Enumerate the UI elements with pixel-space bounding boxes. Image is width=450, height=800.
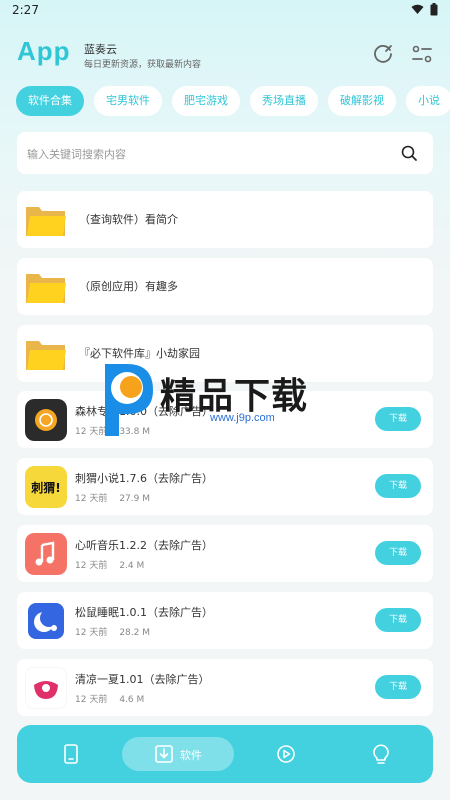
app-logo: App <box>17 36 71 66</box>
status-bar: 2:27 <box>0 0 450 20</box>
category-tabs: 软件合集 宅男软件 肥宅游戏 秀场直播 破解影视 小说 <box>16 86 450 118</box>
app-row[interactable]: 森林专注1.0.0（去除广告） 12 天前 33.8 M 下载 <box>17 391 433 448</box>
nav-label-software: 软件 <box>180 749 202 762</box>
download-button[interactable]: 下载 <box>375 474 421 498</box>
nav-item-phone[interactable] <box>57 725 87 783</box>
app-subtitle: 每日更新资源，获取最新内容 <box>84 60 202 70</box>
nav-item-ideas[interactable] <box>367 725 397 783</box>
folder-row[interactable]: 『必下软件库』小劫家园 <box>17 325 433 382</box>
app-row[interactable]: 刺猬! 刺猬小说1.7.6（去除广告） 12 天前 27.9 M 下载 <box>17 458 433 515</box>
app-row[interactable]: 心听音乐1.2.2（去除广告） 12 天前 2.4 M 下载 <box>17 525 433 582</box>
tab-live-streaming[interactable]: 秀场直播 <box>250 86 318 116</box>
tab-otaku-software[interactable]: 宅男软件 <box>94 86 162 116</box>
download-button[interactable]: 下载 <box>375 541 421 565</box>
app-title: 森林专注1.0.0（去除广告） <box>75 405 213 418</box>
folder-row[interactable]: （查询软件）看简介 <box>17 191 433 248</box>
app-row[interactable]: 松鼠睡眠1.0.1（去除广告） 12 天前 28.2 M 下载 <box>17 592 433 649</box>
settings-icon[interactable] <box>410 42 434 66</box>
folder-title: 『必下软件库』小劫家园 <box>79 347 200 360</box>
app-size: 4.6 M <box>119 695 145 705</box>
app-row[interactable]: 清凉一夏1.01（去除广告） 12 天前 4.6 M 下载 <box>17 659 433 716</box>
app-time: 12 天前 <box>75 427 108 437</box>
play-icon <box>277 745 295 763</box>
tab-cracked-video[interactable]: 破解影视 <box>328 86 396 116</box>
app-title: 刺猬小说1.7.6（去除广告） <box>75 472 213 485</box>
svg-text:刺猬!: 刺猬! <box>30 480 60 495</box>
status-icons <box>411 3 438 16</box>
app-title: 清凉一夏1.01（去除广告） <box>75 673 210 686</box>
folder-icon <box>26 341 66 370</box>
wifi-icon <box>411 4 424 14</box>
battery-icon <box>430 3 438 16</box>
app-meta: 12 天前 28.2 M <box>75 625 150 638</box>
hedgehog-novel-icon: 刺猬! <box>25 466 67 508</box>
status-time: 2:27 <box>12 3 39 17</box>
music-note-icon <box>25 533 67 575</box>
folder-title: （查询软件）看简介 <box>79 213 178 226</box>
app-time: 12 天前 <box>75 628 108 638</box>
nav-item-video[interactable] <box>272 725 302 783</box>
tab-otaku-games[interactable]: 肥宅游戏 <box>172 86 240 116</box>
search-input[interactable] <box>25 142 389 166</box>
app-size: 33.8 M <box>119 427 150 437</box>
app-size: 2.4 M <box>119 561 145 571</box>
app-time: 12 天前 <box>75 494 108 504</box>
folder-row[interactable]: （原创应用）有趣多 <box>17 258 433 315</box>
moon-sleep-icon <box>25 600 67 642</box>
download-icon <box>155 745 173 763</box>
folder-title: （原创应用）有趣多 <box>79 280 178 293</box>
nav-item-software[interactable]: 软件 <box>122 725 234 783</box>
tab-software-collection[interactable]: 软件合集 <box>16 86 84 116</box>
app-size: 27.9 M <box>119 494 150 504</box>
app-meta: 12 天前 27.9 M <box>75 491 150 504</box>
folder-icon <box>26 207 66 236</box>
download-button[interactable]: 下载 <box>375 407 421 431</box>
cool-summer-icon <box>25 667 67 709</box>
app-meta: 12 天前 4.6 M <box>75 692 144 705</box>
folder-icon <box>26 274 66 303</box>
app-meta: 12 天前 2.4 M <box>75 558 144 571</box>
focus-timer-icon <box>25 399 67 441</box>
app-meta: 12 天前 33.8 M <box>75 424 150 437</box>
app-size: 28.2 M <box>119 628 150 638</box>
phone-icon <box>64 744 78 764</box>
download-button[interactable]: 下载 <box>375 675 421 699</box>
download-button[interactable]: 下载 <box>375 608 421 632</box>
header: App 蓝奏云 每日更新资源，获取最新内容 <box>0 30 450 80</box>
app-title: 松鼠睡眠1.0.1（去除广告） <box>75 606 213 619</box>
lightbulb-icon <box>373 744 389 764</box>
bottom-navigation: 软件 <box>17 725 433 783</box>
app-time: 12 天前 <box>75 695 108 705</box>
search-bar <box>17 132 433 174</box>
app-title: 心听音乐1.2.2（去除广告） <box>75 539 213 552</box>
tab-novels[interactable]: 小说 <box>406 86 450 116</box>
refresh-icon[interactable] <box>371 42 395 66</box>
search-icon[interactable] <box>401 145 417 161</box>
app-time: 12 天前 <box>75 561 108 571</box>
app-name: 蓝奏云 <box>84 43 117 56</box>
